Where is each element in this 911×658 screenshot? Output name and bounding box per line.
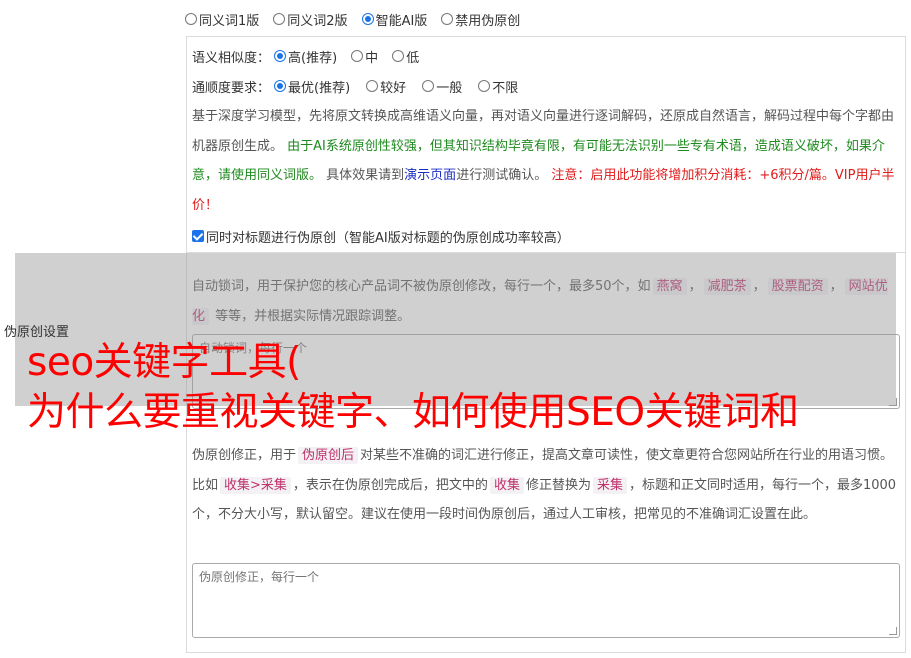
fluency-normal[interactable]: 一般 [422, 77, 462, 96]
radio-icon[interactable] [478, 80, 491, 92]
mode-option-disable[interactable]: 禁用伪原创 [441, 10, 520, 29]
radio-selected-icon[interactable] [361, 13, 374, 25]
radio-icon[interactable] [351, 50, 364, 62]
example-word-tag: 收集 [489, 476, 524, 494]
fluency-good[interactable]: 较好 [366, 77, 406, 96]
similarity-low[interactable]: 低 [392, 47, 419, 66]
mode-option-synonym-v1[interactable]: 同义词1版 [185, 10, 259, 29]
demo-page-link[interactable]: 演示页面 [404, 168, 456, 183]
fluency-any[interactable]: 不限 [478, 77, 518, 96]
radio-selected-icon[interactable] [274, 80, 287, 92]
checkbox-checked-icon[interactable] [192, 230, 204, 242]
overlay-headline: seo关键字工具( 为什么要重视关键字、如何使用SEO关键词和 [27, 338, 907, 438]
similarity-label: 语义相似度： [192, 50, 271, 66]
radio-icon[interactable] [185, 13, 197, 25]
title-rewrite-option[interactable]: 同时对标题进行伪原创（智能AI版对标题的伪原创成功率较高） [192, 226, 570, 246]
radio-icon[interactable] [366, 80, 379, 92]
radio-icon[interactable] [392, 50, 405, 62]
example-word-tag: 收集>采集 [220, 476, 291, 494]
similarity-medium[interactable]: 中 [351, 47, 378, 66]
mode-option-ai[interactable]: 智能AI版 [361, 10, 427, 29]
fluency-best[interactable]: 最优(推荐) [274, 77, 350, 96]
radio-icon[interactable] [422, 80, 435, 92]
example-word-tag: 伪原创后 [298, 447, 359, 464]
fluency-label: 通顺度要求： [192, 80, 271, 96]
similarity-row: 语义相似度： 高(推荐) 中 低 [192, 46, 419, 66]
ai-description: 基于深度学习模型，先将原文转换成高维语义向量，再对语义向量进行逐词解码，还原成自… [192, 109, 895, 213]
similarity-high[interactable]: 高(推荐) [274, 47, 337, 66]
radio-icon[interactable] [273, 13, 286, 25]
radio-selected-icon[interactable] [274, 50, 287, 62]
mode-option-synonym-v2[interactable]: 同义词2版 [273, 10, 348, 29]
overlay-headline-line-1: seo关键字工具( [27, 340, 301, 385]
correction-description: 伪原创修正，用于 伪原创后 对某些不准确的词汇进行修正，提高文章可读性，使文章更符合… [192, 447, 897, 522]
correction-input[interactable]: 伪原创修正，每行一个 [192, 563, 900, 638]
example-word-tag: 采集 [592, 476, 627, 494]
overlay-headline-line-2: 为什么要重视关键字、如何使用SEO关键词和 [27, 390, 799, 435]
resize-handle-icon[interactable] [889, 627, 897, 635]
mode-radio-group: 同义词1版 同义词2版 智能AI版 禁用伪原创 [185, 9, 520, 29]
radio-icon[interactable] [441, 13, 454, 25]
correction-placeholder: 伪原创修正，每行一个 [199, 570, 320, 584]
fluency-row: 通顺度要求： 最优(推荐) 较好 一般 不限 [192, 76, 518, 96]
